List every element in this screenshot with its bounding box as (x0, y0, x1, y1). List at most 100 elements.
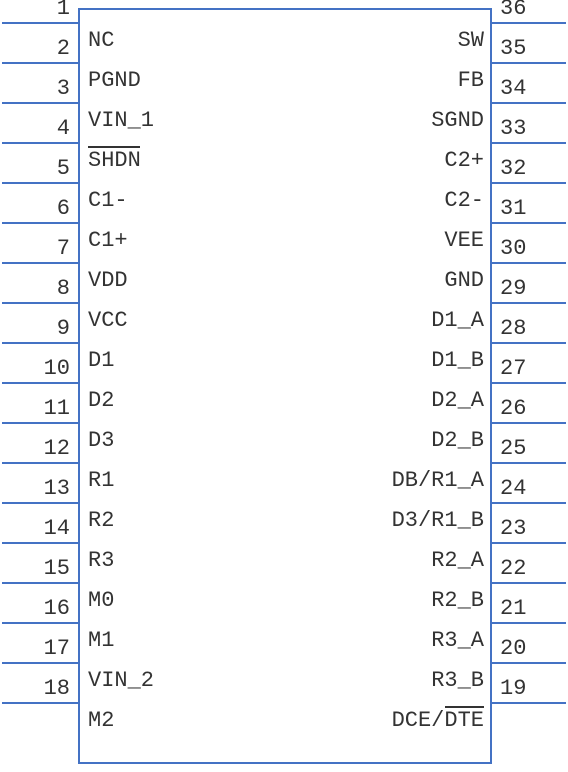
pin-number-28: 28 (500, 318, 560, 340)
pin-number-15: 15 (10, 558, 70, 580)
pin-lead-right-26 (492, 422, 566, 424)
pin-number-5: 5 (10, 158, 70, 180)
pin-label-left-15: M0 (88, 588, 114, 613)
pin-lead-left-15 (2, 582, 78, 584)
pin-lead-right-29 (492, 302, 566, 304)
pin-label-right-21: R3_A (428, 628, 484, 653)
pin-lead-right-31 (492, 222, 566, 224)
pin-number-20: 20 (500, 638, 560, 660)
pin-lead-left-1 (2, 22, 78, 24)
overline-4 (88, 146, 140, 148)
pin-number-14: 14 (10, 518, 70, 540)
overline-19 (445, 706, 484, 708)
pin-label-right-29: D1_A (428, 308, 484, 333)
pin-label-left-13: R2 (88, 508, 114, 533)
pin-label-left-4: SHDN (88, 148, 141, 173)
pin-number-10: 10 (10, 358, 70, 380)
pin-number-3: 3 (10, 78, 70, 100)
pin-label-right-23: R2_A (428, 548, 484, 573)
pin-number-7: 7 (10, 238, 70, 260)
pin-label-right-27: D2_A (428, 388, 484, 413)
pin-number-23: 23 (500, 518, 560, 540)
pin-lead-right-27 (492, 382, 566, 384)
pin-lead-right-19 (492, 702, 566, 704)
pin-label-right-22: R2_B (428, 588, 484, 613)
pin-number-24: 24 (500, 478, 560, 500)
pin-label-left-8: VCC (88, 308, 128, 333)
pin-label-left-11: D3 (88, 428, 114, 453)
pin-lead-right-30 (492, 262, 566, 264)
pin-lead-left-13 (2, 502, 78, 504)
pin-lead-left-17 (2, 662, 78, 664)
pin-label-left-10: D2 (88, 388, 114, 413)
pin-label-right-31: VEE (441, 228, 484, 253)
pin-lead-right-23 (492, 542, 566, 544)
pin-label-left-16: M1 (88, 628, 114, 653)
pin-label-right-28: D1_B (428, 348, 484, 373)
pin-number-27: 27 (500, 358, 560, 380)
pin-number-36: 36 (500, 0, 560, 20)
pin-lead-left-2 (2, 62, 78, 64)
ic-pinout-diagram: 1NC2PGND3VIN_14SHDN5C1-6C1+7VDD8VCC9D110… (0, 0, 568, 772)
pin-label-right-34: SGND (428, 108, 484, 133)
pin-number-34: 34 (500, 78, 560, 100)
pin-number-6: 6 (10, 198, 70, 220)
pin-label-right-33: C2+ (441, 148, 484, 173)
pin-lead-left-3 (2, 102, 78, 104)
pin-number-30: 30 (500, 238, 560, 260)
pin-number-26: 26 (500, 398, 560, 420)
pin-label-right-30: GND (441, 268, 484, 293)
pin-number-17: 17 (10, 638, 70, 660)
pin-number-31: 31 (500, 198, 560, 220)
pin-lead-left-12 (2, 462, 78, 464)
pin-label-left-18: M2 (88, 708, 114, 733)
pin-number-1: 1 (10, 0, 70, 20)
pin-label-left-1: NC (88, 28, 114, 53)
pin-lead-left-4 (2, 142, 78, 144)
pin-lead-left-8 (2, 302, 78, 304)
pin-lead-right-35 (492, 62, 566, 64)
pin-lead-right-22 (492, 582, 566, 584)
pin-lead-right-24 (492, 502, 566, 504)
pin-number-35: 35 (500, 38, 560, 60)
pin-label-left-6: C1+ (88, 228, 128, 253)
pin-number-4: 4 (10, 118, 70, 140)
pin-number-19: 19 (500, 678, 560, 700)
pin-number-22: 22 (500, 558, 560, 580)
pin-label-left-7: VDD (88, 268, 128, 293)
pin-label-right-24: D3/R1_B (389, 508, 484, 533)
pin-lead-right-20 (492, 662, 566, 664)
pin-lead-right-33 (492, 142, 566, 144)
pin-lead-right-34 (492, 102, 566, 104)
pin-label-right-19: DCE/DTE (389, 708, 484, 733)
pin-label-left-2: PGND (88, 68, 141, 93)
pin-label-right-35: FB (454, 68, 484, 93)
pin-label-left-17: VIN_2 (88, 668, 154, 693)
pin-lead-left-14 (2, 542, 78, 544)
pin-number-33: 33 (500, 118, 560, 140)
pin-number-16: 16 (10, 598, 70, 620)
pin-number-29: 29 (500, 278, 560, 300)
pin-lead-left-5 (2, 182, 78, 184)
pin-number-12: 12 (10, 438, 70, 460)
pin-number-9: 9 (10, 318, 70, 340)
pin-lead-left-18 (2, 702, 78, 704)
pin-lead-left-16 (2, 622, 78, 624)
pin-number-13: 13 (10, 478, 70, 500)
pin-label-left-3: VIN_1 (88, 108, 154, 133)
pin-lead-right-28 (492, 342, 566, 344)
pin-label-left-9: D1 (88, 348, 114, 373)
pin-label-left-12: R1 (88, 468, 114, 493)
pin-lead-left-9 (2, 342, 78, 344)
pin-label-right-20: R3_B (428, 668, 484, 693)
pin-lead-right-21 (492, 622, 566, 624)
pin-number-18: 18 (10, 678, 70, 700)
pin-lead-right-32 (492, 182, 566, 184)
pin-number-32: 32 (500, 158, 560, 180)
pin-number-21: 21 (500, 598, 560, 620)
pin-label-right-32: C2- (441, 188, 484, 213)
pin-label-left-14: R3 (88, 548, 114, 573)
pin-label-right-36: SW (454, 28, 484, 53)
pin-label-right-26: D2_B (428, 428, 484, 453)
pin-number-11: 11 (10, 398, 70, 420)
